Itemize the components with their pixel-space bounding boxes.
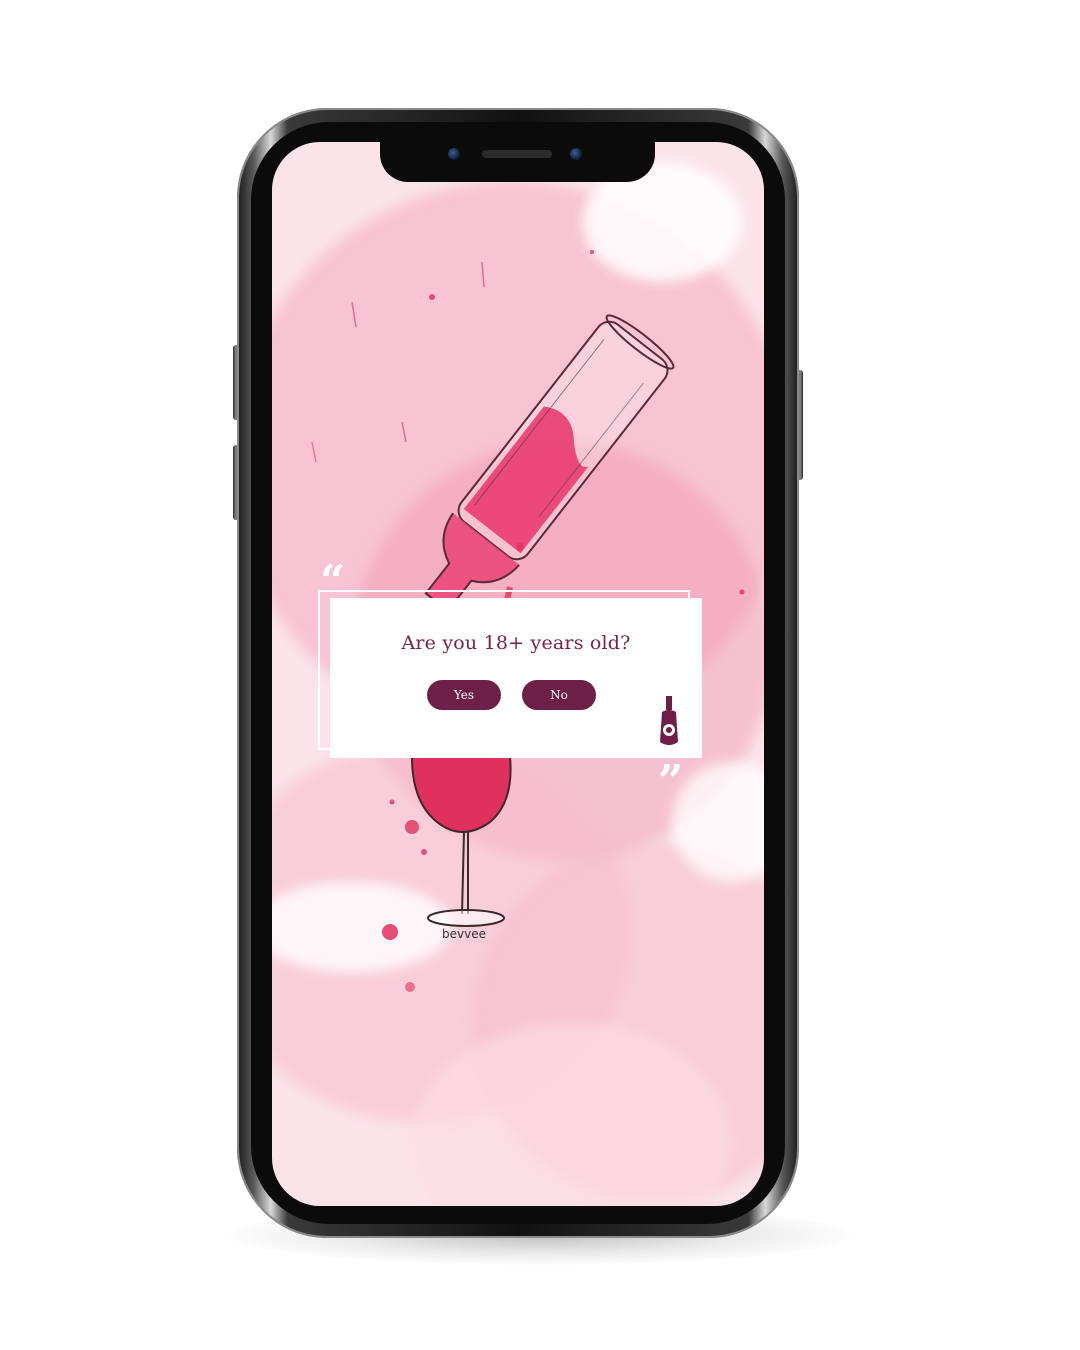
wine-bottle-logo-icon — [660, 696, 678, 745]
wine-glass-bowl — [410, 756, 512, 833]
age-verification-dialog: Are you 18+ years old? Yes No — [330, 598, 702, 758]
wine-glass-base — [427, 909, 505, 927]
wine-bottle-illustration — [424, 314, 675, 613]
front-camera-icon — [448, 148, 460, 160]
age-question: Are you 18+ years old? — [401, 632, 631, 654]
sensor-icon — [570, 148, 582, 160]
bevvee-wordmark: bevvee — [442, 927, 486, 941]
yes-button[interactable]: Yes — [427, 680, 501, 710]
no-button[interactable]: No — [522, 680, 596, 710]
close-quote-icon: ” — [658, 756, 684, 807]
device-mockup: “ ” Are you 18+ years old? Yes No bevvee — [0, 0, 1080, 1350]
wine-glass-stem — [461, 831, 465, 915]
earpiece-speaker — [482, 150, 552, 158]
phone-notch — [380, 142, 655, 182]
